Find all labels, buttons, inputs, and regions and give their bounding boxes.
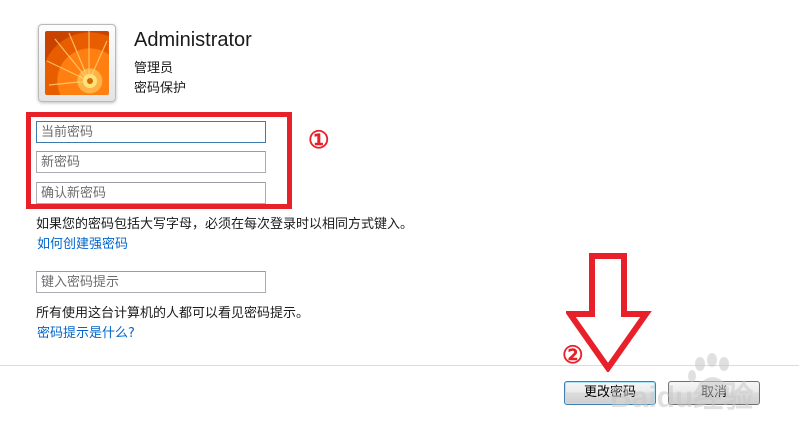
flower-petals-icon	[46, 31, 108, 88]
annotation-marker-2: ②	[562, 340, 584, 369]
hint-visibility-warning: 所有使用这台计算机的人都可以看见密码提示。	[36, 306, 310, 321]
user-name: Administrator	[134, 29, 252, 51]
case-sensitivity-warning: 如果您的密码包括大写字母，必须在每次登录时以相同方式键入。	[36, 217, 414, 232]
user-role: 管理员	[134, 61, 174, 76]
password-hint-input[interactable]	[36, 271, 266, 293]
flower-picture	[45, 31, 109, 95]
watermark-text: Baidu经验	[610, 381, 754, 414]
baidu-watermark: Baidu经验	[608, 350, 788, 420]
strong-password-link[interactable]: 如何创建强密码	[37, 233, 128, 252]
annotation-marker-1: ①	[308, 125, 330, 154]
password-status: 密码保护	[134, 81, 187, 96]
user-avatar	[38, 24, 116, 102]
annotation-highlight-box	[26, 112, 292, 209]
password-hint-help-link[interactable]: 密码提示是什么?	[37, 322, 135, 341]
